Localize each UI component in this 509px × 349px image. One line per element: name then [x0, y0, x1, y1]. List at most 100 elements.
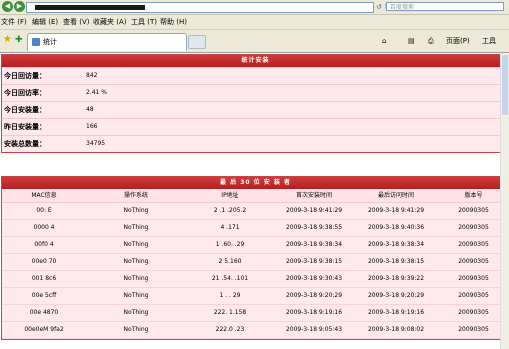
table-row: 00f0 4 NoThing 1 .60. .29 2009-3-18 9:38:34…	[2, 237, 509, 254]
menu-favorites[interactable]: 收藏夹 (A)	[93, 15, 126, 29]
stat-row: 昨日安装量： 166	[2, 118, 509, 135]
cell-ip: 2 5.160	[218, 258, 242, 265]
col-os: 操作系统	[123, 192, 148, 199]
col-first-install: 首次安装时间	[295, 192, 332, 199]
cell-os: NoThing	[123, 326, 149, 333]
cell-os: NoThing	[123, 224, 149, 231]
cell-first-install: 2009-3-18 9:41:29	[285, 207, 343, 214]
cell-version: 20090305	[458, 241, 489, 248]
table-row: 001 8c6 NoThing 21 .54. .101 2009-3-18 9:30…	[2, 271, 509, 288]
cell-version: 20090305	[458, 224, 489, 231]
stat-row: 今日回访率： 2.41 %	[2, 84, 509, 101]
new-tab-button[interactable]	[188, 35, 206, 49]
table-row: 0000 4 NoThing 4 .171 2009-3-18 9:38:55 2009…	[2, 220, 509, 237]
stat-label: 昨日安装量：	[4, 123, 46, 131]
cell-os: NoThing	[123, 275, 149, 282]
menu-tools[interactable]: 工具 (T)	[131, 15, 157, 29]
col-last-visit: 最后访问时间	[377, 192, 414, 199]
stat-label: 今日回访量：	[4, 72, 46, 80]
cell-mac: 001 8c6	[31, 275, 57, 282]
cell-first-install: 2009-3-18 9:38:55	[285, 224, 343, 231]
stat-label: 今日回访率：	[4, 89, 46, 97]
table-row: 00e 5cff NoThing 1 . . 29 2009-3-18 9:20:29…	[2, 288, 509, 305]
cell-ip: 1 .60. .29	[215, 241, 245, 248]
cell-ip: 2 .1 .205.2	[213, 207, 247, 214]
cell-last-visit: 2009-3-18 9:08:02	[367, 326, 425, 333]
search-input[interactable]: 百度搜索	[386, 2, 504, 11]
redacted-url	[35, 5, 145, 10]
forward-icon[interactable]: ▶	[14, 1, 25, 12]
url-input[interactable]	[26, 2, 374, 13]
menu-help[interactable]: 帮助 (H)	[160, 15, 187, 29]
col-mac: MAC信息	[31, 192, 57, 199]
cell-last-visit: 2009-3-18 9:40:36	[367, 224, 425, 231]
cell-ip: 1 . . 29	[219, 292, 241, 299]
cell-first-install: 2009-3-18 9:20:29	[285, 292, 343, 299]
page-icon	[32, 38, 40, 46]
cell-mac: 00f0 4	[34, 241, 54, 248]
print-icon[interactable]: ⎙	[428, 35, 434, 47]
cell-ip: 21 .54. .101	[211, 275, 249, 282]
page-menu[interactable]: 页面(P)	[446, 35, 470, 47]
cell-os: NoThing	[123, 309, 149, 316]
table-row: 00e 4870 NoThing 222. 1.158 2009-3-18 9:19:…	[2, 305, 509, 322]
favorites-star-icon[interactable]: ★	[3, 34, 12, 46]
stats-title: 统计安装	[2, 55, 509, 67]
stat-value: 2.41 %	[86, 89, 107, 96]
cell-version: 20090305	[458, 207, 489, 214]
menu-view[interactable]: 查看 (V)	[63, 15, 89, 29]
cell-os: NoThing	[123, 258, 149, 265]
cell-first-install: 2009-3-18 9:05:43	[285, 326, 343, 333]
table-header: MAC信息 操作系统 IP地址 首次安装时间 最后访问时间 版本号	[2, 189, 509, 203]
recent-installers-panel: 最 后 30 位 安 装 者 MAC信息 操作系统 IP地址 首次安装时间 最后…	[1, 176, 509, 340]
back-icon[interactable]: ◀	[2, 1, 13, 12]
stat-value: 166	[86, 123, 98, 130]
cell-version: 20090305	[458, 275, 489, 282]
cell-ip: 222.0 .23	[215, 326, 245, 333]
cell-last-visit: 2009-3-18 9:39:22	[367, 275, 425, 282]
vertical-scrollbar[interactable]	[500, 53, 509, 349]
stat-value: 48	[86, 106, 94, 113]
stat-label: 今日安装量：	[4, 106, 46, 114]
stat-value: 34795	[86, 140, 106, 147]
home-icon[interactable]: ⌂	[382, 35, 386, 47]
cell-mac: 00e0 70	[31, 258, 57, 265]
cell-mac: 00e 5cff	[31, 292, 57, 299]
cell-first-install: 2009-3-18 9:19:16	[285, 309, 343, 316]
menu-file[interactable]: 文件 (F)	[1, 15, 27, 29]
cell-os: NoThing	[123, 207, 149, 214]
cell-mac: 00e0eM 9fa2	[24, 326, 64, 333]
cell-first-install: 2009-3-18 9:38:15	[285, 258, 343, 265]
browser-window: ◀ ▶ ↺ ✕ 百度搜索 文件 (F) 编辑 (E) 查看 (V) 收藏夹 (A…	[0, 0, 509, 349]
cell-last-visit: 2009-3-18 9:41:29	[367, 207, 425, 214]
cell-version: 20090305	[458, 326, 489, 333]
feeds-icon[interactable]: ▤	[408, 35, 415, 47]
cell-ip: 4 .171	[220, 224, 240, 231]
stat-row: 安装总数量： 34795	[2, 135, 509, 152]
cell-version: 20090305	[458, 258, 489, 265]
tools-menu[interactable]: 工具	[482, 35, 496, 47]
menu-bar: 文件 (F) 编辑 (E) 查看 (V) 收藏夹 (A) 工具 (T) 帮助 (…	[0, 15, 509, 30]
add-favorite-icon[interactable]: ✚	[15, 34, 23, 46]
cell-mac: 0000 4	[33, 224, 55, 231]
table-row: 00: E NoThing 2 .1 .205.2 2009-3-18 9:41:29…	[2, 203, 509, 220]
menu-edit[interactable]: 编辑 (E)	[32, 15, 58, 29]
stat-row: 今日回访量： 842	[2, 67, 509, 84]
stats-panel: 统计安装 今日回访量： 842 今日回访率： 2.41 % 今日安装量： 48 …	[1, 54, 509, 153]
cell-first-install: 2009-3-18 9:30:43	[285, 275, 343, 282]
table-row: 00e0 70 NoThing 2 5.160 2009-3-18 9:38:15 20…	[2, 254, 509, 271]
cell-mac: 00: E	[36, 207, 52, 214]
table-body: 00: E NoThing 2 .1 .205.2 2009-3-18 9:41:29…	[2, 203, 509, 339]
stat-row: 今日安装量： 48	[2, 101, 509, 118]
tab-bar: ★ ✚ 统计 ⌂ ▤ ⎙ 页面(P) 工具	[0, 30, 509, 53]
tab-stats[interactable]: 统计	[27, 33, 187, 51]
cell-version: 20090305	[458, 309, 489, 316]
cell-mac: 00e 4870	[29, 309, 59, 316]
recent-title: 最 后 30 位 安 装 者	[2, 177, 509, 189]
cell-ip: 222. 1.158	[213, 309, 247, 316]
tab-label: 统计	[43, 38, 57, 46]
cell-last-visit: 2009-3-18 9:38:15	[367, 258, 425, 265]
stat-value: 842	[86, 72, 98, 79]
scrollbar-thumb[interactable]	[502, 55, 508, 115]
cell-first-install: 2009-3-18 9:38:34	[285, 241, 343, 248]
